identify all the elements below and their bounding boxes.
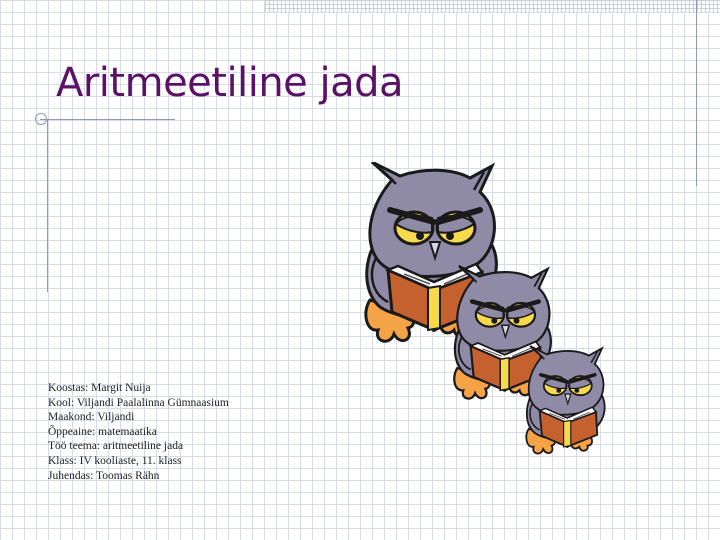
info-line-school: Kool: Viljandi Paalalinna Gümnaasium: [48, 396, 229, 409]
slide-title: Aritmeetiline jada: [56, 60, 404, 106]
rule-circle-ornament: [35, 113, 47, 125]
info-line-supervisor: Juhendas: Toomas Rähn: [48, 469, 160, 482]
reading-owls-illustration: [352, 162, 607, 456]
info-line-county: Maakond: Viljandi: [48, 411, 135, 424]
right-vertical-rule: [696, 0, 697, 186]
top-decorative-band: [265, 0, 720, 12]
info-line-topic: Töö teema: aritmeetiline jada: [48, 440, 184, 453]
author-info: Koostas: Margit Nuija Kool: Viljandi Paa…: [48, 381, 229, 483]
info-line-author: Koostas: Margit Nuija: [48, 382, 151, 394]
info-line-class: Klass: IV kooliaste, 11. klass: [48, 454, 182, 467]
title-underline-rule: [40, 119, 175, 120]
left-vertical-rule: [47, 120, 48, 292]
info-line-subject: Õppeaine: matemaatika: [48, 425, 157, 438]
owl-small: [524, 344, 607, 456]
